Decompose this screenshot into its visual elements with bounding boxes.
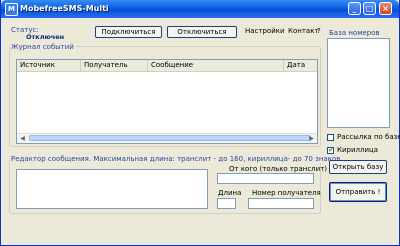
help-link[interactable]: ? (317, 27, 321, 35)
maximize-button[interactable]: □ (363, 2, 376, 15)
close-button[interactable]: × (379, 2, 392, 15)
col-recipient[interactable]: Получатель (81, 60, 148, 71)
numbers-db-title: База номеров (329, 29, 380, 37)
length-label: Длина (218, 189, 242, 197)
title-bar[interactable]: M MobefreeSMS-Multi _ □ × (1, 0, 399, 18)
status-value: Отключен (26, 33, 65, 41)
journal-header: Источник Получатель Сообщение Дата (17, 60, 317, 72)
editor-title: Редактор сообщения. Максимальная длина: … (11, 155, 345, 163)
recipient-input[interactable] (248, 198, 314, 209)
window-title: MobefreeSMS-Multi (20, 4, 109, 13)
contact-link[interactable]: Контакт (288, 27, 319, 35)
bulk-send-checkbox[interactable] (327, 134, 334, 141)
cyrillic-label[interactable]: Кириллица (337, 146, 378, 154)
scroll-thumb[interactable] (29, 135, 311, 141)
minimize-button[interactable]: _ (348, 2, 361, 15)
numbers-db-list[interactable] (327, 38, 390, 128)
col-date[interactable]: Дата (284, 60, 317, 71)
length-field (217, 198, 236, 209)
sender-input[interactable] (217, 173, 314, 184)
message-textarea[interactable] (16, 169, 208, 209)
connect-button[interactable]: Подключиться (95, 26, 162, 38)
scroll-right-icon[interactable]: ▶ (307, 134, 316, 143)
journal-hscrollbar[interactable]: ◀ ▶ (17, 133, 317, 143)
app-icon: M (5, 3, 18, 16)
col-message[interactable]: Сообщение (148, 60, 284, 71)
app-window: M MobefreeSMS-Multi _ □ × Статус: Отключ… (0, 0, 400, 246)
open-db-button[interactable]: Открыть базу (329, 160, 387, 174)
journal-list[interactable]: Источник Получатель Сообщение Дата ◀ ▶ (16, 59, 318, 144)
send-button[interactable]: Отправить ! (329, 182, 387, 202)
recipient-label: Номер получателя (252, 189, 321, 197)
bulk-send-label[interactable]: Рассылка по базе (337, 133, 400, 141)
col-source[interactable]: Источник (17, 60, 81, 71)
cyrillic-checkbox[interactable]: ✔ (327, 147, 334, 154)
sender-label: От кого (только транслит) (229, 165, 328, 173)
checkmark-icon: ✔ (328, 146, 334, 154)
journal-title: Журнал событий (11, 43, 76, 51)
settings-link[interactable]: Настройки (245, 27, 285, 35)
scroll-left-icon[interactable]: ◀ (18, 134, 27, 143)
disconnect-button[interactable]: Отключиться (167, 26, 237, 38)
